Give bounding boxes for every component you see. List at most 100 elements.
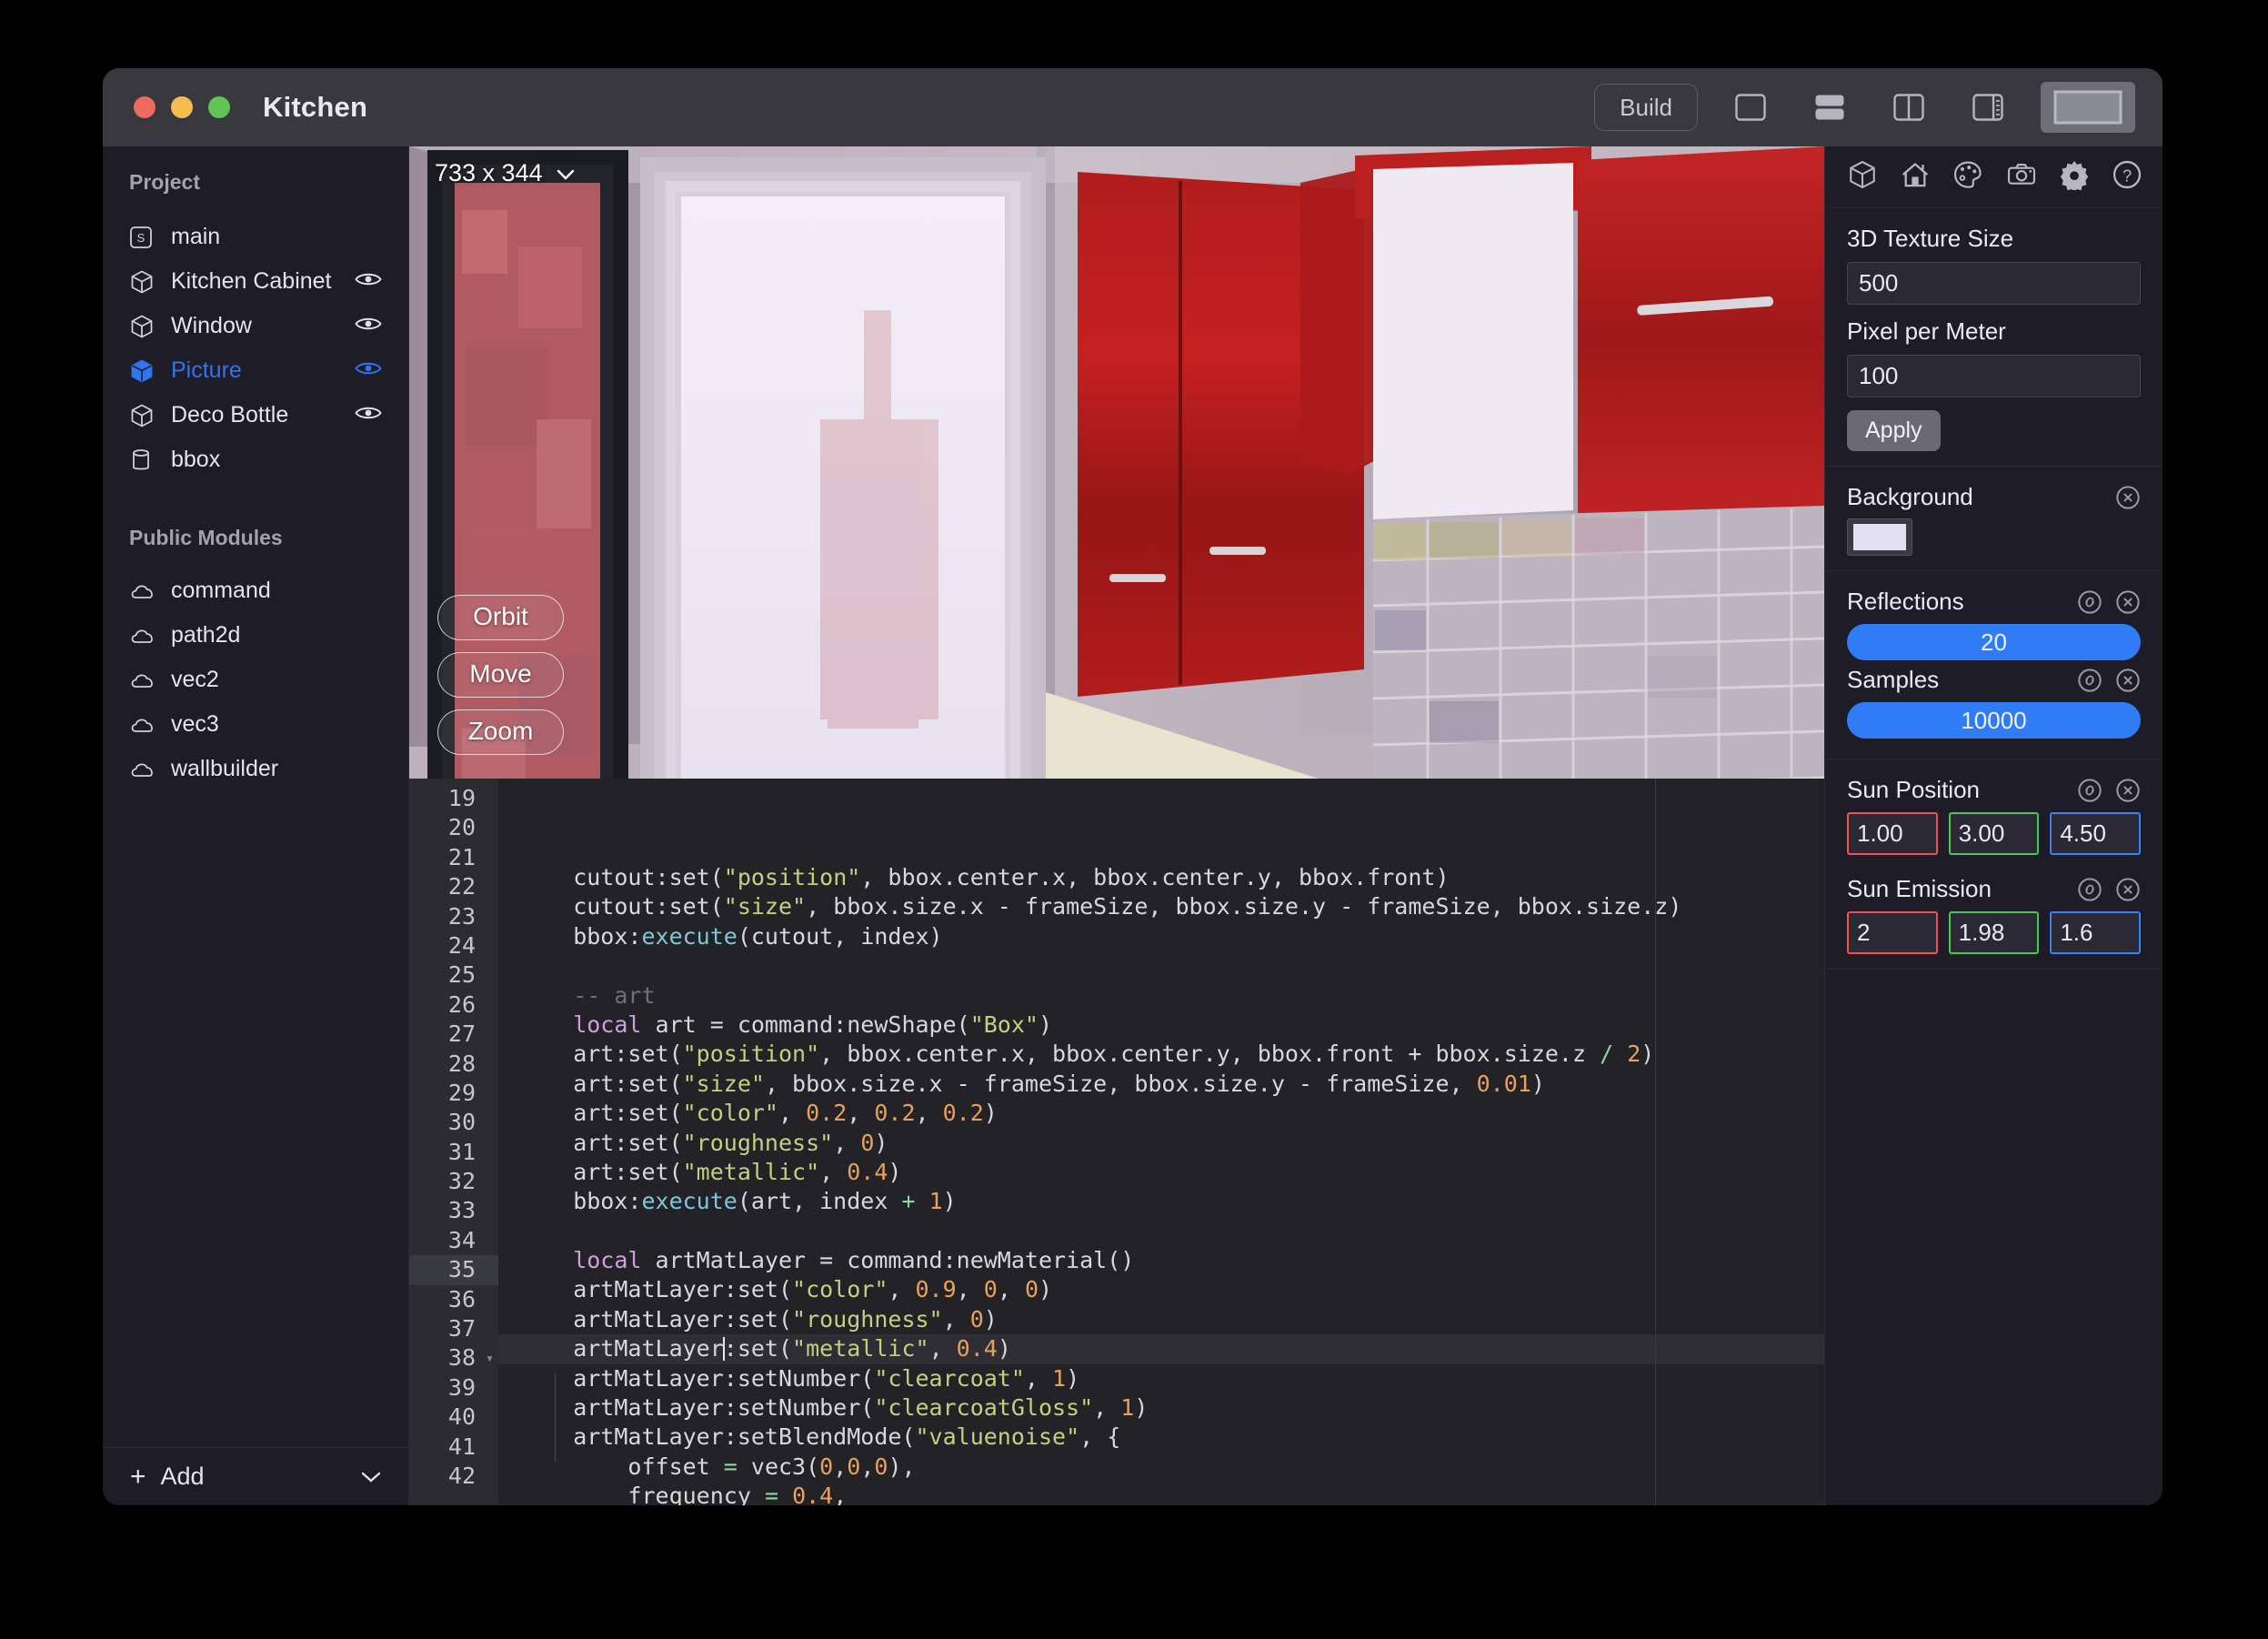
link-sun-position-icon[interactable] (2077, 778, 2102, 803)
cylinder-icon (129, 447, 160, 473)
sun-position-x-input[interactable]: 1.00 (1847, 812, 1938, 855)
project-header: Project (129, 170, 200, 194)
code-token: "clearcoat" (874, 1364, 1025, 1392)
cloud-icon (129, 715, 160, 735)
build-button[interactable]: Build (1594, 84, 1698, 131)
code-token: art:set( (518, 1041, 683, 1068)
line-number: 38 ▾ (409, 1343, 498, 1373)
code-token: frequency (518, 1483, 765, 1505)
sidebar-divider-space (103, 482, 408, 517)
code-token: art:set( (518, 1100, 683, 1127)
remove-reflections-icon[interactable] (2115, 589, 2141, 615)
layout-single-icon[interactable] (1724, 85, 1777, 129)
code-line: cutout:set("position", bbox.center.x, bb… (498, 863, 1824, 892)
sidebar-item-label: bbox (171, 447, 221, 472)
visibility-eye-icon[interactable] (355, 268, 382, 295)
code-line: art:set("size", bbox.size.x - frameSize,… (498, 1070, 1824, 1099)
remove-sun-emission-icon[interactable] (2115, 877, 2141, 902)
help-icon[interactable]: ? (2112, 159, 2143, 195)
line-number: 29 (447, 1079, 476, 1106)
fold-toggle-icon[interactable]: ▾ (486, 1343, 494, 1373)
visibility-eye-icon[interactable] (355, 402, 382, 428)
line-number: 25 (447, 961, 476, 989)
code-token: 0.4 (847, 1158, 888, 1185)
sun-emission-y-input[interactable]: 1.98 (1948, 911, 2040, 954)
remove-samples-icon[interactable] (2115, 668, 2141, 693)
3d-viewport[interactable]: 733 x 344 Orbit Move Zoom (409, 146, 1824, 779)
layout-horizontal-split-icon[interactable] (1803, 85, 1856, 129)
line-number: 23 (447, 902, 476, 930)
code-line: artMatLayer:setBlendMode("valuenoise", { (498, 1423, 1824, 1452)
layout-vertical-split-icon[interactable] (1882, 85, 1935, 129)
reflections-label: Reflections (1847, 588, 1964, 615)
module-item-command[interactable]: command (103, 568, 408, 613)
pixel-per-meter-input[interactable] (1847, 355, 2141, 397)
sidebar-item-picture[interactable]: Picture (103, 348, 408, 393)
sidebar-item-window[interactable]: Window (103, 304, 408, 348)
layout-fullscreen-icon[interactable] (2041, 82, 2135, 133)
home-icon[interactable] (1900, 159, 1931, 195)
code-token: / (1600, 1041, 1614, 1068)
samples-row: Samples (1847, 666, 2141, 694)
link-reflections-icon[interactable] (2077, 589, 2102, 615)
layout-right-inspector-icon[interactable] (1962, 85, 2014, 129)
sun-emission-z-input[interactable]: 1.6 (2050, 911, 2142, 954)
line-number: 35 (409, 1255, 498, 1285)
sidebar-item-deco-bottle[interactable]: Deco Bottle (103, 393, 408, 437)
camera-icon[interactable] (2006, 159, 2037, 195)
code-token: "metallic" (792, 1335, 929, 1362)
remove-sun-position-icon[interactable] (2115, 778, 2141, 803)
code-line: cutout:set("size", bbox.size.x - frameSi… (498, 892, 1824, 921)
indent-guide (555, 1373, 556, 1463)
sidebar-item-label: main (171, 224, 221, 249)
code-token: , (915, 1100, 943, 1127)
background-color-swatch[interactable] (1847, 518, 1912, 556)
texture-size-input[interactable] (1847, 262, 2141, 305)
module-item-path2d[interactable]: path2d (103, 613, 408, 658)
module-item-vec3[interactable]: vec3 (103, 702, 408, 747)
module-item-wallbuilder[interactable]: wallbuilder (103, 747, 408, 791)
code-editor[interactable]: 19 20 21 22 23 24 25 26 27 28 29 30 31 32 33 34 35 36 37 38… (409, 779, 1824, 1505)
sidebar-item-label: Deco Bottle (171, 402, 289, 427)
remove-background-icon[interactable] (2115, 485, 2141, 510)
code-token: = (764, 1483, 778, 1505)
cube-icon[interactable] (1847, 159, 1878, 195)
module-item-vec2[interactable]: vec2 (103, 658, 408, 702)
sidebar-item-label: Kitchen Cabinet (171, 268, 332, 294)
maximize-button[interactable] (208, 96, 230, 118)
background-row: Background (1847, 483, 2141, 511)
orbit-button[interactable]: Orbit (437, 595, 564, 640)
sun-position-z-input[interactable]: 4.50 (2050, 812, 2142, 855)
sidebar-item-bbox[interactable]: bbox (103, 437, 408, 482)
samples-slider[interactable]: 10000 (1847, 702, 2141, 739)
chevron-down-icon[interactable] (359, 1463, 383, 1491)
code-token: ) (1134, 1394, 1149, 1422)
close-button[interactable] (134, 96, 156, 118)
render-canvas[interactable] (409, 146, 1824, 779)
reflections-slider[interactable]: 20 (1847, 624, 2141, 660)
center-column: 733 x 344 Orbit Move Zoom 19 20 21 22 23 24 25… (409, 146, 1824, 1505)
link-samples-icon[interactable] (2077, 668, 2102, 693)
visibility-eye-icon[interactable] (355, 313, 382, 339)
code-token: artMatLayer:setNumber( (518, 1394, 875, 1422)
gear-icon[interactable] (2059, 159, 2090, 195)
cube-filled-icon (129, 358, 160, 384)
code-text-area[interactable]: cutout:set("position", bbox.center.x, bb… (498, 779, 1824, 1505)
sun-emission-x-input[interactable]: 2 (1847, 911, 1938, 954)
move-button[interactable]: Move (437, 652, 564, 698)
sun-position-y-input[interactable]: 3.00 (1948, 812, 2040, 855)
visibility-eye-icon[interactable] (355, 357, 382, 384)
apply-button[interactable]: Apply (1847, 410, 1941, 451)
link-sun-emission-icon[interactable] (2077, 877, 2102, 902)
add-button[interactable]: + Add (103, 1447, 408, 1505)
sidebar-item-main[interactable]: S main (103, 215, 408, 259)
resolution-dropdown[interactable]: 733 x 344 (435, 159, 576, 187)
palette-icon[interactable] (1952, 159, 1983, 195)
zoom-button[interactable]: Zoom (437, 709, 564, 755)
background-label: Background (1847, 483, 1973, 510)
sidebar-item-kitchen-cabinet[interactable]: Kitchen Cabinet (103, 259, 408, 304)
code-token: , (819, 1158, 848, 1185)
minimize-button[interactable] (171, 96, 193, 118)
